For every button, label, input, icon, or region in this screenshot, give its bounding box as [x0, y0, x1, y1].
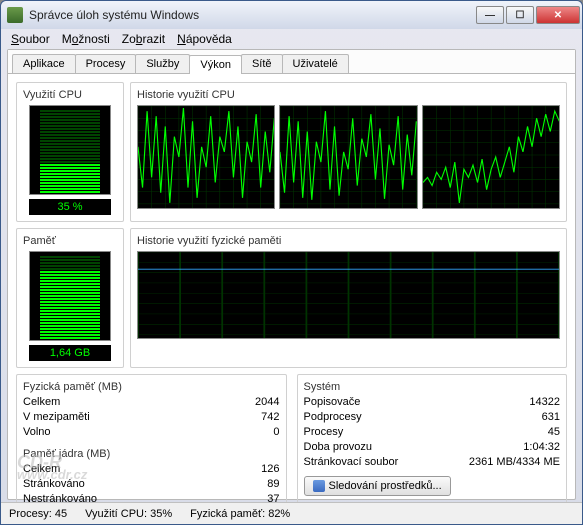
kernel-title: Paměť jádra (MB) [23, 448, 280, 460]
resource-monitor-button[interactable]: Sledování prostředků... [304, 476, 451, 496]
memory-gauge-value: 1,64 GB [29, 345, 111, 361]
sys-pagefile-v: 2361 MB/4334 ME [469, 455, 560, 470]
content-area: Aplikace Procesy Služby Výkon Sítě Uživa… [7, 49, 576, 500]
kernel-total-v: 126 [261, 462, 279, 477]
menu-napoveda[interactable]: Nápověda [173, 30, 236, 48]
memory-graph [137, 251, 560, 339]
kernel-total-l: Celkem [23, 462, 60, 477]
phys-kernel-col: Fyzická paměť (MB) Celkem 2044 V mezipamě… [16, 374, 287, 514]
kernel-paged-l: Stránkováno [23, 477, 85, 492]
memory-history-box: Historie využití fyzické paměti [130, 228, 567, 368]
memory-gauge [29, 251, 111, 341]
window-title: Správce úloh systému Windows [29, 8, 476, 22]
memory-gauge-box: Paměť 1,64 GB [16, 228, 124, 368]
menu-zobrazit[interactable]: Zobrazit [118, 30, 169, 48]
phys-free-v: 0 [273, 425, 279, 440]
tabstrip: Aplikace Procesy Služby Výkon Sítě Uživa… [8, 50, 575, 74]
app-icon [7, 7, 23, 23]
statusbar: Procesy: 45 Využití CPU: 35% Fyzická pam… [1, 502, 582, 524]
tab-sluzby[interactable]: Služby [135, 54, 190, 73]
cpu-gauge-value: 35 % [29, 199, 111, 215]
sys-pagefile-l: Stránkovací soubor [304, 455, 399, 470]
tab-aplikace[interactable]: Aplikace [12, 54, 76, 73]
sys-title: Systém [304, 381, 561, 393]
status-memory: Fyzická paměť: 82% [190, 508, 290, 520]
menu-moznosti[interactable]: Možnosti [58, 30, 114, 48]
cpu-history-box: Historie využití CPU [130, 82, 567, 222]
memory-history-label: Historie využití fyzické paměti [137, 235, 560, 247]
cpu-gauge-box: Využití CPU 35 % [16, 82, 124, 222]
cpu-graph-2 [279, 105, 417, 209]
cpu-history-label: Historie využití CPU [137, 89, 560, 101]
sys-proc-v: 45 [548, 425, 560, 440]
minimize-button[interactable]: — [476, 6, 504, 24]
performance-panel: Využití CPU 35 % Historie využití CPU Pa… [8, 74, 575, 522]
phys-cache-l: V mezipaměti [23, 410, 90, 425]
maximize-button[interactable]: ☐ [506, 6, 534, 24]
tab-uzivatele[interactable]: Uživatelé [282, 54, 349, 73]
resource-monitor-icon [313, 480, 325, 492]
resource-monitor-label: Sledování prostředků... [329, 480, 442, 492]
memory-gauge-label: Paměť [23, 235, 117, 247]
menu-soubor[interactable]: Soubor [7, 30, 54, 48]
tab-vykon[interactable]: Výkon [189, 55, 242, 74]
sys-handles-v: 14322 [529, 395, 560, 410]
cpu-gauge-label: Využití CPU [23, 89, 117, 101]
phys-cache-v: 742 [261, 410, 279, 425]
menubar: Soubor Možnosti Zobrazit Nápověda [1, 29, 582, 49]
sys-threads-l: Podprocesy [304, 410, 362, 425]
sys-proc-l: Procesy [304, 425, 344, 440]
phys-total-v: 2044 [255, 395, 279, 410]
tab-site[interactable]: Sítě [241, 54, 283, 73]
cpu-graph-3 [422, 105, 560, 209]
phys-total-l: Celkem [23, 395, 60, 410]
task-manager-window: Správce úloh systému Windows — ☐ ✕ Soubo… [0, 0, 583, 525]
close-button[interactable]: ✕ [536, 6, 580, 24]
cpu-graph-1 [137, 105, 275, 209]
sys-handles-l: Popisovače [304, 395, 361, 410]
kernel-paged-v: 89 [267, 477, 279, 492]
status-cpu: Využití CPU: 35% [85, 508, 172, 520]
sys-uptime-l: Doba provozu [304, 440, 373, 455]
phys-free-l: Volno [23, 425, 51, 440]
titlebar[interactable]: Správce úloh systému Windows — ☐ ✕ [1, 1, 582, 29]
sys-uptime-v: 1:04:32 [523, 440, 560, 455]
tab-procesy[interactable]: Procesy [75, 54, 137, 73]
system-col: Systém Popisovače 14322 Podprocesy 631 Pro… [297, 374, 568, 514]
cpu-gauge [29, 105, 111, 195]
sys-threads-v: 631 [542, 410, 560, 425]
status-processes: Procesy: 45 [9, 508, 67, 520]
phys-title: Fyzická paměť (MB) [23, 381, 280, 393]
